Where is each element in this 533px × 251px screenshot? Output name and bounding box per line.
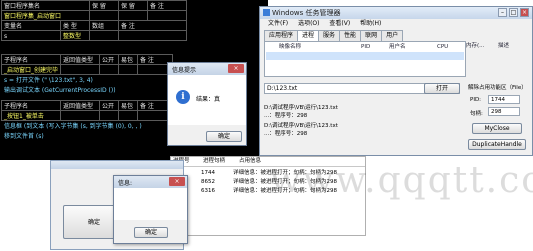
message-dialog: 信息提示 × i 结果：真 确定 <box>167 62 247 146</box>
tab-services[interactable]: 服务 <box>318 30 341 41</box>
selected-row[interactable] <box>266 52 464 60</box>
table-cell <box>89 30 119 41</box>
window-title: Windows 任务管理器 <box>272 9 341 17</box>
tab-networking[interactable]: 联网 <box>360 30 383 41</box>
table-cell[interactable]: s <box>1 30 61 41</box>
column-header[interactable]: 描述 <box>498 41 509 51</box>
column-header[interactable]: 映像名称 <box>279 42 301 52</box>
list-item[interactable]: 6316 <box>201 187 215 196</box>
list-item[interactable]: 1744 <box>201 169 215 178</box>
menu-bar: 文件(F) 选项(O) 查看(V) 帮助(H) <box>260 19 532 29</box>
log-line: D:\调试程序\VB\运行\123.txt <box>264 123 338 129</box>
ok-button[interactable]: 确定 <box>134 227 168 238</box>
table-cell <box>118 64 138 75</box>
column-header[interactable]: 内存(... <box>466 41 484 51</box>
code-line[interactable]: 移到文件首 (s) <box>4 132 44 141</box>
column-header[interactable]: PID <box>361 42 370 52</box>
code-line[interactable]: s = 打开文件 (" \123.txt", 3, 4) <box>4 76 93 85</box>
table-cell <box>99 64 119 75</box>
column-header[interactable]: 占用信息 <box>239 157 261 166</box>
table-cell[interactable]: _启动窗口_创建完毕 <box>1 64 61 75</box>
table-cell <box>99 110 119 121</box>
open-button[interactable]: 打开 <box>424 83 460 94</box>
tab-users[interactable]: 用户 <box>381 30 404 41</box>
task-manager-window: Windows 任务管理器 – □ × 文件(F) 选项(O) 查看(V) 帮助… <box>259 6 533 156</box>
log-line: D:\调试程序\VB\运行\123.txt <box>264 105 338 111</box>
close-button[interactable]: × <box>169 177 185 186</box>
tab-strip: 应用程序 进程 服务 性能 联网 用户 <box>264 30 454 41</box>
code-line[interactable]: 输出调试文本 (GetCurrentProcessID ()) <box>4 86 116 95</box>
info-dialog: 信息: × 确定 <box>113 175 188 244</box>
close-button[interactable]: × <box>520 8 529 17</box>
handle-input[interactable]: 298 <box>488 107 520 116</box>
myclose-button[interactable]: MyClose <box>472 123 522 134</box>
menu-help[interactable]: 帮助(H) <box>360 19 381 29</box>
side-title: 解除占用功能区（File） <box>468 85 527 91</box>
duplicatehandle-button[interactable]: DuplicateHandle <box>468 139 526 150</box>
column-header[interactable]: CPU <box>437 42 448 52</box>
code-line[interactable]: 信息框 (到文本 (写入字节集 (s, 到字节集 (0), 0, , ) <box>4 122 142 131</box>
log-line: ...：程序号：298 <box>264 113 308 119</box>
dialog-title: 信息提示 <box>172 67 197 74</box>
form-title-bar[interactable] <box>51 161 183 169</box>
dialog-body <box>114 188 187 220</box>
column-header[interactable]: 用户名 <box>389 42 406 52</box>
dialog-title: 信息: <box>118 180 133 187</box>
menu-options[interactable]: 选项(O) <box>298 19 319 29</box>
tab-applications[interactable]: 应用程序 <box>264 30 299 41</box>
ok-button[interactable]: 确定 <box>206 131 242 142</box>
tab-processes[interactable]: 进程 <box>297 30 320 41</box>
info-icon: i <box>176 90 190 104</box>
table-cell <box>60 64 100 75</box>
log-line: ...：程序号：298 <box>264 131 308 137</box>
handle-label: 句柄: <box>470 111 483 117</box>
pid-label: PID: <box>470 97 482 103</box>
menu-file[interactable]: 文件(F) <box>268 19 288 29</box>
tab-performance[interactable]: 性能 <box>339 30 362 41</box>
table-cell <box>118 30 187 41</box>
column-header[interactable]: 进程句柄 <box>203 157 225 166</box>
dialog-message: 结果：真 <box>196 96 221 103</box>
list-item[interactable]: 8652 <box>201 178 215 187</box>
maximize-button[interactable]: □ <box>509 8 518 17</box>
table-cell[interactable]: _按钮1_被单击 <box>1 110 61 121</box>
menu-view[interactable]: 查看(V) <box>329 19 350 29</box>
table-cell <box>118 110 138 121</box>
app-icon <box>263 9 270 16</box>
close-button[interactable]: × <box>228 64 244 73</box>
table-cell <box>60 110 100 121</box>
pid-input[interactable]: 1744 <box>488 95 520 104</box>
process-table: 映像名称 PID 用户名 CPU <box>264 41 466 77</box>
table-cell[interactable]: 整数型 <box>60 30 90 41</box>
table-row: s 整数型 <box>0 30 268 41</box>
minimize-button[interactable]: – <box>498 8 507 17</box>
watermark: www.qqqtt.com <box>270 160 533 201</box>
